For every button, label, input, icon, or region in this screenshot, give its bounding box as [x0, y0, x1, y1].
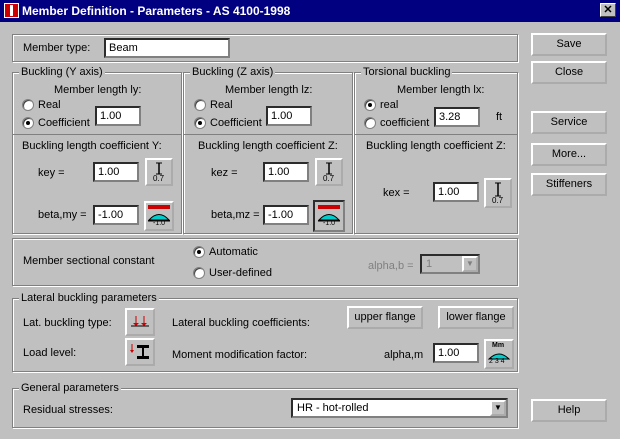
app-icon	[4, 3, 19, 18]
moment-label: Moment modification factor:	[172, 349, 308, 361]
close-icon[interactable]: ✕	[600, 3, 616, 17]
torsional-value-field[interactable]: 3.28	[434, 107, 480, 127]
buckling-z-length-label: Member length lz:	[225, 84, 313, 96]
buckling-y-real-radio[interactable]	[22, 99, 34, 111]
member-type-label: Member type:	[23, 42, 91, 54]
buckling-y-title: Buckling (Y axis)	[19, 66, 105, 78]
buckling-z-coef-title: Buckling length coefficient Z:	[198, 140, 338, 152]
sectional-user-defined-label: User-defined	[209, 267, 272, 279]
chevron-down-icon: ▼	[462, 256, 478, 272]
torsional-divider	[355, 134, 517, 135]
mm-icon-bottom: 2 3 4	[489, 358, 505, 365]
buckling-z-title: Buckling (Z axis)	[190, 66, 276, 78]
torsional-key-field[interactable]: 1.00	[433, 182, 479, 202]
residual-stresses-select[interactable]: HR - hot-rolled ▼	[291, 398, 508, 418]
residual-label: Residual stresses:	[23, 404, 113, 416]
load-level-icon[interactable]	[125, 338, 155, 366]
alpha-b-label: alpha,b =	[368, 260, 414, 272]
torsional-coefficient-label: coefficient	[380, 117, 430, 129]
buckling-y-beta-icon-text: -1.0	[153, 220, 166, 227]
buckling-z-key-icon[interactable]: 0.7	[315, 158, 343, 186]
torsional-key-icon-text: 0.7	[492, 196, 504, 205]
residual-value: HR - hot-rolled	[297, 402, 369, 414]
buckling-y-key-icon-text: 0.7	[153, 174, 165, 183]
sectional-label: Member sectional constant	[23, 255, 155, 267]
buckling-z-beta-icon[interactable]: -1.0	[313, 200, 345, 232]
buckling-z-key-field[interactable]: 1.00	[263, 162, 309, 182]
buckling-z-coefficient-label: Coefficient	[210, 117, 262, 129]
upper-flange-button[interactable]: upper flange	[347, 306, 423, 329]
buckling-y-key-label: key =	[38, 167, 65, 179]
torsional-unit: ft	[496, 111, 503, 123]
buckling-z-real-radio[interactable]	[194, 99, 206, 111]
member-type-field[interactable]: Beam	[104, 38, 230, 58]
torsional-coef-title: Buckling length coefficient Z:	[366, 140, 506, 152]
buckling-y-coefficient-label: Coefficient	[38, 117, 90, 129]
buckling-y-beta-label: beta,my =	[38, 209, 87, 221]
lower-flange-button[interactable]: lower flange	[438, 306, 514, 329]
buckling-y-beta-field[interactable]: -1.00	[93, 205, 139, 225]
general-title: General parameters	[19, 382, 121, 394]
buckling-z-value-field[interactable]: 1.00	[266, 106, 312, 126]
buckling-y-coefficient-radio[interactable]	[22, 117, 34, 129]
buckling-y-key-icon[interactable]: 0.7	[145, 158, 173, 186]
title-bar: Member Definition - Parameters - AS 4100…	[0, 0, 620, 22]
sectional-user-defined-radio[interactable]	[193, 267, 205, 279]
service-button[interactable]: Service	[531, 111, 607, 134]
sectional-automatic-label: Automatic	[209, 246, 258, 258]
help-button[interactable]: Help	[531, 399, 607, 422]
torsional-key-icon[interactable]: 0.7	[484, 178, 512, 208]
torsional-title: Torsional buckling	[361, 66, 453, 78]
alpha-m-label: alpha,m	[384, 349, 424, 361]
torsional-coefficient-radio[interactable]	[364, 117, 376, 129]
buckling-y-real-label: Real	[38, 99, 61, 111]
buckling-y-value-field[interactable]: 1.00	[95, 106, 141, 126]
buckling-z-beta-field[interactable]: -1.00	[263, 205, 309, 225]
torsional-group	[354, 72, 518, 234]
buckling-z-key-label: kez =	[211, 167, 238, 179]
stiffeners-button[interactable]: Stiffeners	[531, 173, 607, 196]
lat-buckling-type-icon[interactable]	[125, 308, 155, 336]
lateral-coefficients-label: Lateral buckling coefficients:	[172, 317, 310, 329]
torsional-real-label: real	[380, 99, 399, 111]
buckling-z-real-label: Real	[210, 99, 233, 111]
buckling-y-coef-title: Buckling length coefficient Y:	[22, 140, 162, 152]
load-level-label: Load level:	[23, 347, 77, 359]
buckling-z-key-icon-text: 0.7	[323, 174, 335, 183]
alpha-b-select: 1 ▼	[420, 254, 480, 274]
buckling-y-beta-icon[interactable]: -1.0	[144, 201, 174, 231]
alpha-b-value: 1	[426, 258, 433, 270]
close-button[interactable]: Close	[531, 61, 607, 84]
buckling-y-length-label: Member length ly:	[54, 84, 142, 96]
torsional-real-radio[interactable]	[364, 99, 376, 111]
buckling-y-key-field[interactable]: 1.00	[93, 162, 139, 182]
alpha-m-field[interactable]: 1.00	[433, 343, 479, 363]
sectional-automatic-radio[interactable]	[193, 246, 205, 258]
lateral-title: Lateral buckling parameters	[19, 292, 159, 304]
save-button[interactable]: Save	[531, 33, 607, 56]
buckling-z-coefficient-radio[interactable]	[194, 117, 206, 129]
torsional-length-label: Member length lx:	[397, 84, 485, 96]
moment-modification-icon[interactable]: Mm 2 3 4	[484, 339, 514, 369]
torsional-key-label: kex =	[383, 187, 410, 199]
buckling-z-beta-icon-text: -1.0	[323, 220, 336, 227]
more-button[interactable]: More...	[531, 143, 607, 166]
buckling-y-divider	[13, 134, 181, 135]
window-title: Member Definition - Parameters - AS 4100…	[22, 4, 291, 18]
buckling-z-divider	[184, 134, 352, 135]
lateral-type-label: Lat. buckling type:	[23, 317, 112, 329]
chevron-down-icon[interactable]: ▼	[490, 400, 506, 416]
buckling-z-beta-label: beta,mz =	[211, 209, 260, 221]
